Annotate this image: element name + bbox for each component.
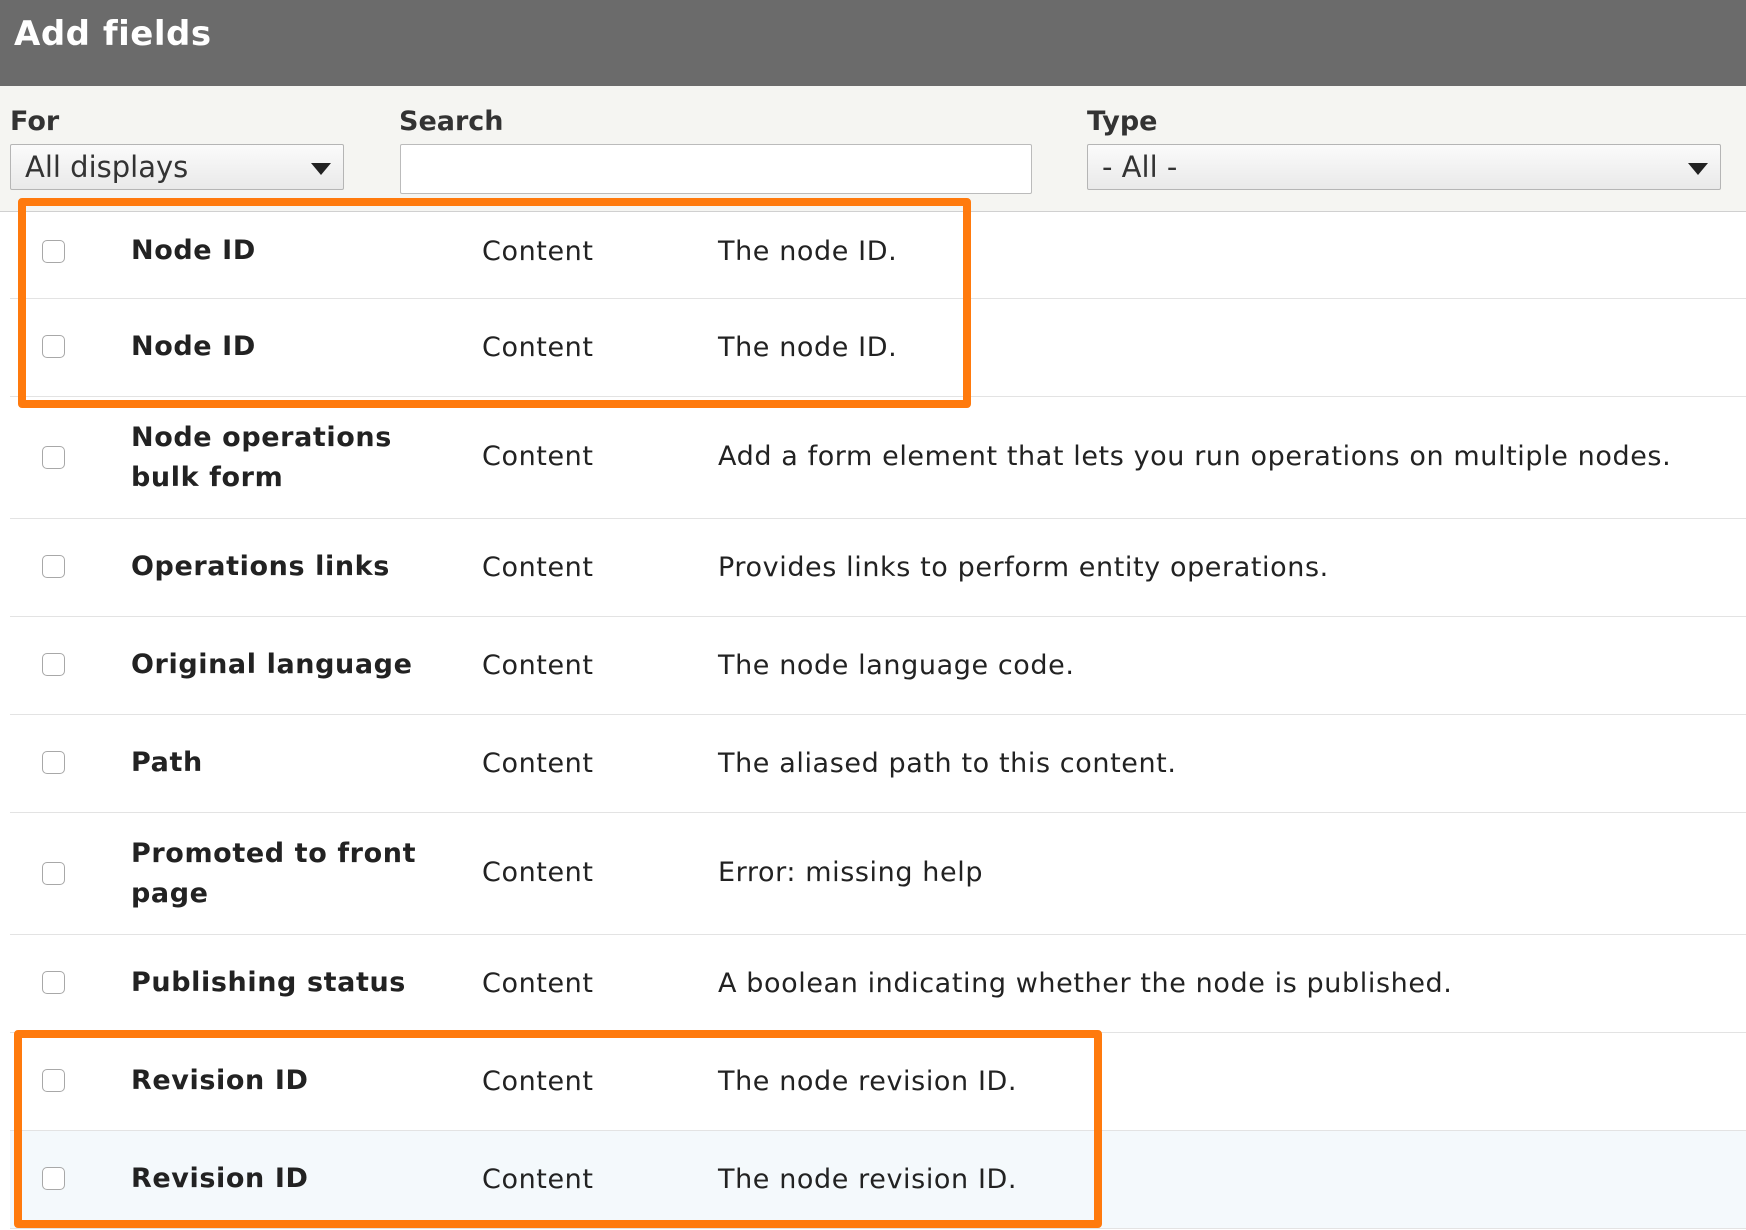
field-description: A boolean indicating whether the node is… [718, 968, 1453, 999]
row-checkbox[interactable] [42, 751, 65, 774]
table-row[interactable]: Node ID Content The node ID. [10, 212, 1746, 299]
field-name: Node ID [131, 235, 256, 266]
field-category: Content [482, 748, 594, 779]
field-name: Original language [131, 649, 413, 680]
type-select-value: - All - [1102, 150, 1178, 184]
row-checkbox[interactable] [42, 862, 65, 885]
dialog-titlebar: Add fields [0, 0, 1746, 86]
field-description: The node ID. [718, 236, 898, 267]
field-name: Promoted to front page [131, 838, 417, 909]
field-category: Content [482, 968, 594, 999]
fields-table: Node ID Content The node ID. Node ID Con… [10, 212, 1746, 1229]
row-checkbox[interactable] [42, 1167, 65, 1190]
table-row[interactable]: Revision ID Content The node revision ID… [10, 1131, 1746, 1229]
field-name: Node ID [131, 331, 256, 362]
field-description: Add a form element that lets you run ope… [718, 441, 1672, 472]
field-name: Path [131, 747, 203, 778]
field-description: The node language code. [718, 650, 1075, 681]
search-label: Search [399, 106, 504, 137]
field-description: Error: missing help [718, 857, 984, 888]
type-label: Type [1087, 106, 1158, 137]
table-row[interactable]: Original language Content The node langu… [10, 617, 1746, 715]
for-select[interactable]: All displays [10, 144, 344, 190]
field-name: Operations links [131, 551, 390, 582]
table-row[interactable]: Publishing status Content A boolean indi… [10, 935, 1746, 1033]
table-row[interactable]: Path Content The aliased path to this co… [10, 715, 1746, 813]
field-name: Node operations bulk form [131, 422, 392, 493]
dialog-title: Add fields [14, 14, 212, 54]
field-category: Content [482, 552, 594, 583]
row-checkbox[interactable] [42, 240, 65, 263]
field-category: Content [482, 441, 594, 472]
row-checkbox[interactable] [42, 335, 65, 358]
for-select-value: All displays [25, 150, 189, 184]
field-category: Content [482, 650, 594, 681]
field-category: Content [482, 1066, 594, 1097]
type-select[interactable]: - All - [1087, 144, 1721, 190]
field-category: Content [482, 236, 594, 267]
table-row[interactable]: Node ID Content The node ID. [10, 299, 1746, 397]
for-label: For [10, 106, 60, 137]
table-row[interactable]: Promoted to front page Content Error: mi… [10, 813, 1746, 935]
row-checkbox[interactable] [42, 971, 65, 994]
field-name: Revision ID [131, 1163, 309, 1194]
field-description: Provides links to perform entity operati… [718, 552, 1329, 583]
row-checkbox[interactable] [42, 653, 65, 676]
field-description: The node revision ID. [718, 1164, 1018, 1195]
table-row[interactable]: Revision ID Content The node revision ID… [10, 1033, 1746, 1131]
table-row[interactable]: Node operations bulk form Content Add a … [10, 397, 1746, 519]
dropdown-arrow-icon [311, 163, 331, 175]
field-category: Content [482, 857, 594, 888]
row-checkbox[interactable] [42, 1069, 65, 1092]
field-name: Revision ID [131, 1065, 309, 1096]
dropdown-arrow-icon [1688, 163, 1708, 175]
field-description: The node revision ID. [718, 1066, 1018, 1097]
filter-bar: For All displays Search Type - All - [0, 86, 1746, 212]
field-category: Content [482, 332, 594, 363]
field-description: The aliased path to this content. [718, 748, 1177, 779]
row-checkbox[interactable] [42, 446, 65, 469]
search-input[interactable] [400, 144, 1032, 194]
table-row[interactable]: Operations links Content Provides links … [10, 519, 1746, 617]
row-checkbox[interactable] [42, 555, 65, 578]
field-description: The node ID. [718, 332, 898, 363]
field-name: Publishing status [131, 967, 406, 998]
field-category: Content [482, 1164, 594, 1195]
